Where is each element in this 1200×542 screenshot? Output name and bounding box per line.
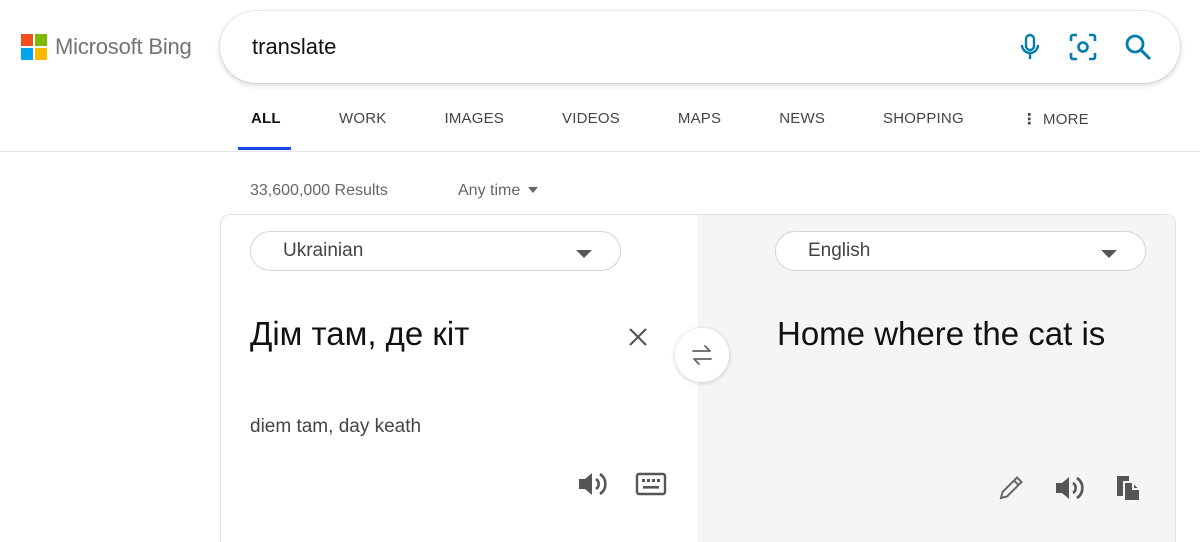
- copy-icon[interactable]: [1111, 470, 1147, 506]
- search-icon[interactable]: [1122, 31, 1154, 63]
- search-box: [220, 11, 1180, 83]
- source-text-input[interactable]: Дім там, де кіт: [250, 315, 469, 353]
- tabs-divider: [0, 151, 1200, 152]
- search-tabs: ALL WORK IMAGES VIDEOS MAPS NEWS SHOPPIN…: [238, 100, 1102, 152]
- time-filter-label: Any time: [458, 182, 521, 199]
- time-filter-dropdown[interactable]: Any time: [458, 182, 539, 200]
- search-input[interactable]: [252, 33, 952, 61]
- microsoft-logo-icon: [21, 34, 47, 60]
- tab-maps[interactable]: MAPS: [665, 100, 734, 150]
- visual-search-icon[interactable]: [1067, 31, 1099, 63]
- chevron-down-icon: [576, 250, 592, 258]
- translator-card: Ukrainian English Дім там, де кіт diem t…: [220, 214, 1176, 542]
- more-dots-icon: ⋮: [1021, 111, 1038, 128]
- tab-images[interactable]: IMAGES: [431, 100, 517, 150]
- swap-icon: [692, 345, 712, 365]
- microphone-icon[interactable]: [1014, 31, 1046, 63]
- logo-text: Microsoft Bing: [55, 34, 192, 59]
- close-icon: [629, 328, 647, 346]
- target-language-label: English: [808, 240, 871, 261]
- chevron-down-icon: [1101, 250, 1117, 258]
- keyboard-icon[interactable]: [633, 466, 669, 502]
- tab-work[interactable]: WORK: [326, 100, 399, 150]
- tab-videos[interactable]: VIDEOS: [549, 100, 633, 150]
- swap-languages-button[interactable]: [675, 328, 729, 382]
- target-language-select[interactable]: English: [775, 231, 1146, 271]
- tab-shopping[interactable]: SHOPPING: [870, 100, 977, 150]
- tab-all[interactable]: ALL: [238, 100, 291, 150]
- bing-logo[interactable]: Microsoft Bing: [21, 34, 192, 60]
- translated-text: Home where the cat is: [777, 315, 1106, 352]
- results-count: 33,600,000 Results: [250, 182, 388, 199]
- source-language-select[interactable]: Ukrainian: [250, 231, 621, 271]
- transliteration-text: diem tam, day keath: [250, 416, 422, 437]
- tab-news[interactable]: NEWS: [766, 100, 838, 150]
- caret-down-icon: [528, 186, 539, 193]
- pencil-icon[interactable]: [993, 470, 1029, 506]
- clear-text-button[interactable]: [623, 322, 653, 352]
- source-language-label: Ukrainian: [283, 240, 364, 261]
- target-speaker-icon[interactable]: [1052, 470, 1088, 506]
- source-speaker-icon[interactable]: [575, 466, 611, 502]
- tab-more[interactable]: ⋮ MORE: [1009, 100, 1102, 150]
